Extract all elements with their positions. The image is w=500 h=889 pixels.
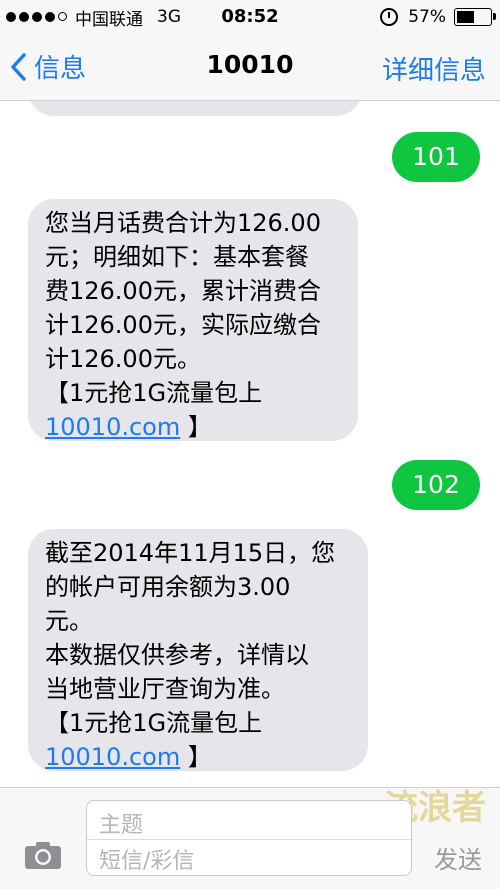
previous-message-bubble <box>28 101 362 116</box>
send-button[interactable]: 发送 <box>434 840 482 875</box>
message-line: 计126.00元。 <box>45 345 201 373</box>
message-tail: 】 <box>180 743 212 771</box>
incoming-message[interactable]: 截至2014年11月15日，您 的帐户可用余额为3.00 元。 本数据仅供参考，… <box>28 529 368 771</box>
outgoing-message[interactable]: 102 <box>392 460 480 510</box>
message-line: 【1元抢1G流量包上 <box>45 379 263 407</box>
message-input[interactable]: 主题 短信/彩信 <box>86 800 412 876</box>
battery-icon <box>454 8 496 26</box>
details-button[interactable]: 详细信息 <box>382 50 486 87</box>
message-line: 当地营业厅查询为准。 <box>45 675 285 703</box>
status-bar: 中国联通 3G 08:52 57% <box>0 0 500 34</box>
status-right: 57% <box>380 6 496 28</box>
field-divider <box>87 839 411 840</box>
message-link[interactable]: 10010.com <box>45 743 180 771</box>
incoming-message[interactable]: 您当月话费合计为126.00 元；明细如下：基本套餐 费126.00元，累计消费… <box>28 199 358 441</box>
back-label: 信息 <box>34 54 87 84</box>
back-button[interactable]: 信息 <box>10 48 86 85</box>
body-input[interactable]: 短信/彩信 <box>99 843 194 875</box>
message-line: 本数据仅供参考，详情以 <box>45 641 309 669</box>
outgoing-message[interactable]: 101 <box>392 132 480 182</box>
message-line: 计126.00元，实际应缴合 <box>45 311 321 339</box>
message-line: 截至2014年11月15日，您 <box>45 539 336 567</box>
navigation-bar: 信息 10010 详细信息 <box>0 34 500 101</box>
message-link[interactable]: 10010.com <box>45 413 180 441</box>
message-tail: 】 <box>180 413 212 441</box>
battery-percent: 57% <box>408 7 446 27</box>
camera-icon[interactable] <box>24 840 62 870</box>
compose-bar: 流浪者 主题 短信/彩信 发送 <box>0 787 500 889</box>
message-line: 您当月话费合计为126.00 <box>45 209 321 237</box>
subject-input[interactable]: 主题 <box>99 807 143 839</box>
message-line: 的帐户可用余额为3.00 <box>45 573 291 601</box>
message-line: 元。 <box>45 607 93 635</box>
chevron-left-icon <box>11 52 26 81</box>
message-line: 元；明细如下：基本套餐 <box>45 243 309 271</box>
alarm-icon <box>380 8 399 26</box>
conversation[interactable]: 101 您当月话费合计为126.00 元；明细如下：基本套餐 费126.00元，… <box>0 101 500 787</box>
message-line: 费126.00元，累计消费合 <box>45 277 321 305</box>
message-line: 【1元抢1G流量包上 <box>45 709 263 737</box>
